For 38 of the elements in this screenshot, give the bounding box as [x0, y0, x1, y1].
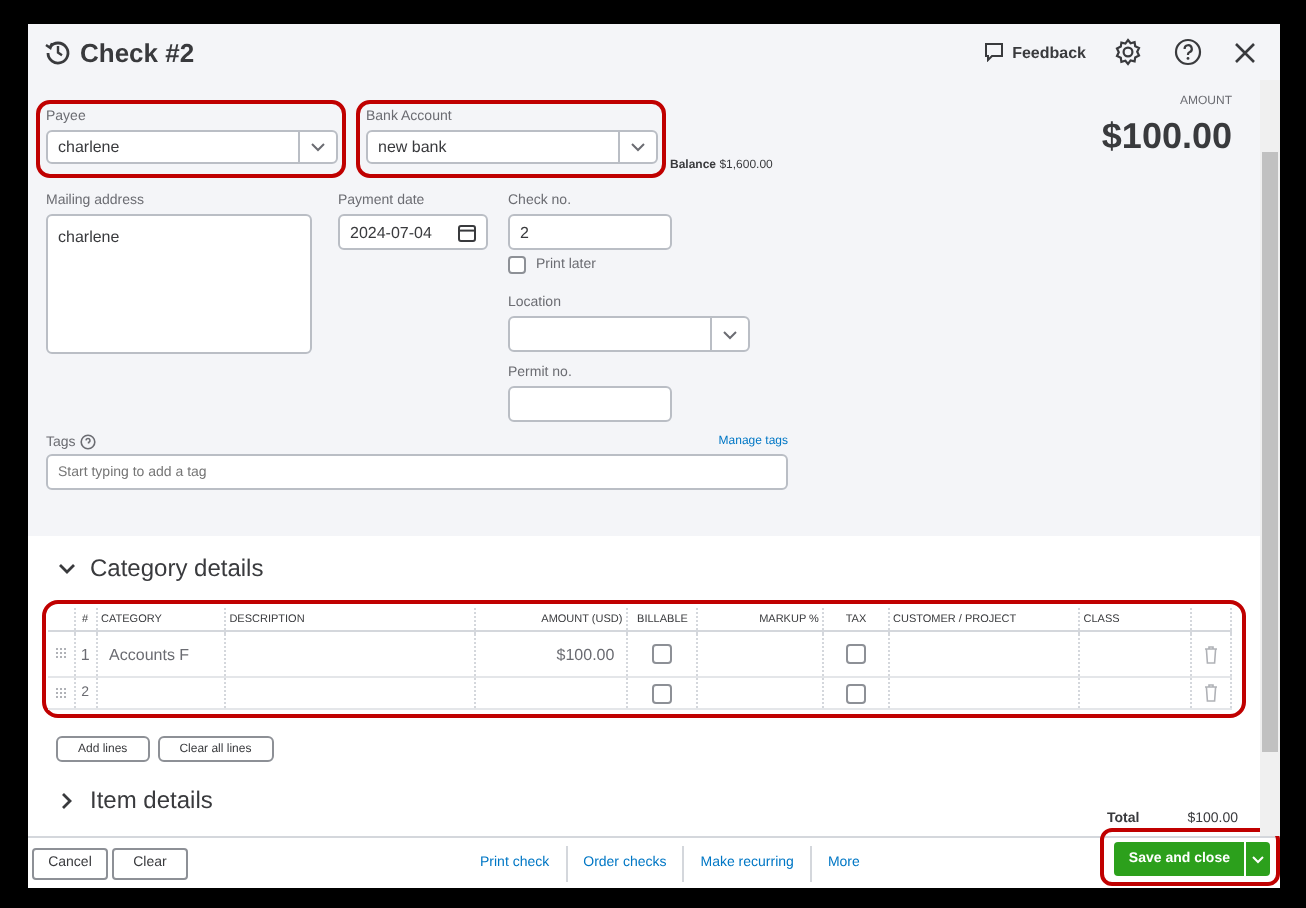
help-icon[interactable]	[79, 434, 96, 450]
permit-number-field[interactable]	[508, 386, 672, 422]
feedback-button[interactable]: Feedback	[1012, 43, 1086, 61]
chevron-down-icon[interactable]	[58, 559, 76, 577]
mailing-address-field[interactable]: charlene	[46, 214, 312, 354]
category-value: Accounts F	[109, 645, 190, 663]
calendar-icon[interactable]	[458, 223, 476, 241]
speech-bubble-icon[interactable]	[984, 42, 1005, 62]
checkbox[interactable]	[845, 644, 866, 664]
payment-date-field[interactable]: 2024-07-04	[338, 214, 488, 250]
check-number-field[interactable]: 2	[508, 214, 672, 250]
trash-icon[interactable]	[1203, 684, 1218, 702]
checkbox[interactable]	[508, 256, 526, 274]
scrollbar[interactable]	[1260, 80, 1280, 836]
help-icon[interactable]	[1174, 38, 1202, 66]
checkbox[interactable]	[845, 683, 866, 703]
amount-value: $100.00	[1101, 116, 1232, 158]
trash-icon[interactable]	[1203, 645, 1218, 663]
history-icon[interactable]	[44, 38, 72, 66]
bank-account-dropdown[interactable]: new bank	[366, 130, 658, 164]
location-dropdown[interactable]	[508, 316, 750, 352]
save-options-button[interactable]	[1244, 842, 1270, 876]
chevron-down-icon	[310, 142, 326, 152]
section-title[interactable]: Category details	[90, 554, 264, 582]
amount-value: $100.00	[556, 645, 615, 663]
close-icon[interactable]	[1234, 41, 1256, 63]
chevron-right-icon[interactable]	[58, 791, 76, 809]
chevron-down-icon	[722, 329, 738, 339]
payee-dropdown[interactable]: charlene	[46, 130, 338, 164]
section-title[interactable]: Item details	[90, 786, 213, 814]
caret-icon	[1252, 855, 1264, 863]
checkbox[interactable]	[652, 644, 673, 664]
chevron-down-icon	[630, 142, 646, 152]
window-title: Check #2	[80, 37, 197, 67]
line-number: 1	[80, 645, 90, 663]
scrollbar-thumb[interactable]	[1262, 152, 1278, 752]
settings-icon[interactable]	[1114, 38, 1142, 66]
checkbox[interactable]	[652, 683, 673, 703]
